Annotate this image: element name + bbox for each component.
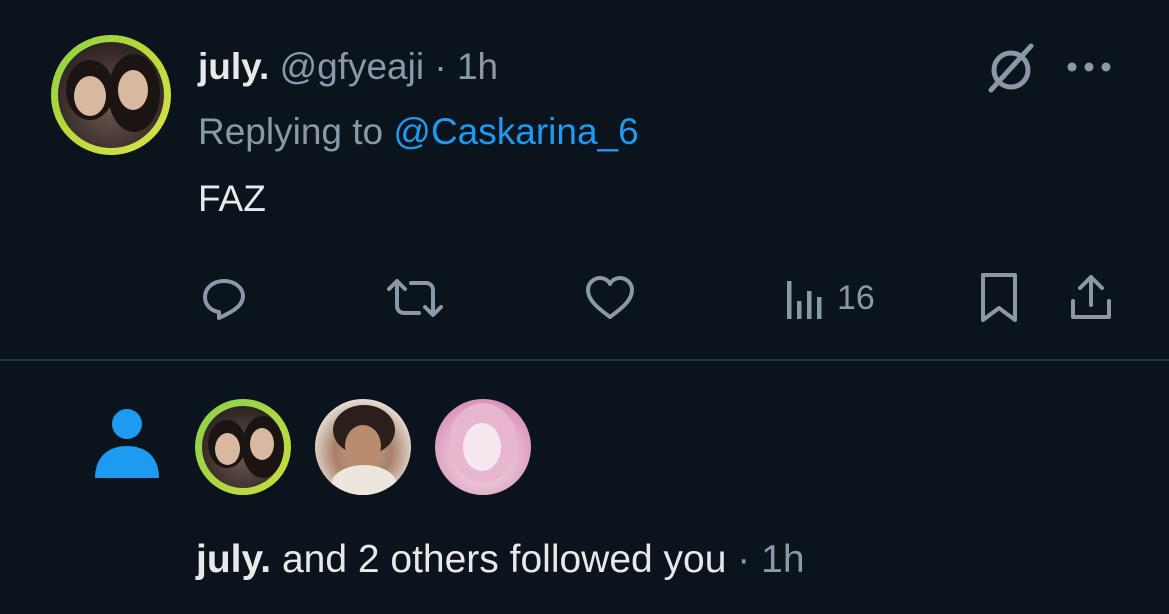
tweet[interactable]: july. @gfyeaji · 1h Replying to @Caskari… [0,0,1169,360]
tweet-actions: 16 [0,270,1169,330]
bookmark-icon [981,273,1017,322]
header-separator: · [434,46,447,87]
follow-notification-text[interactable]: july. and 2 others followed you · 1h [196,536,805,584]
tweet-text: FAZ [198,178,266,219]
follower-avatar-1[interactable] [195,399,291,495]
page: july. @gfyeaji · 1h Replying to @Caskari… [0,0,1169,614]
like-button[interactable] [583,270,637,326]
retweet-button[interactable] [383,270,447,326]
author-handle[interactable]: @gfyeaji [280,46,425,87]
replying-prefix: Replying to [198,111,384,152]
retweet-icon [387,279,443,317]
person-icon [95,409,159,478]
tweet-time[interactable]: 1h [457,46,498,87]
more-icon[interactable] [1064,54,1114,80]
views-button[interactable]: 16 [785,270,875,326]
tweet-header: july. @gfyeaji · 1h [198,44,498,90]
follower-avatar-3[interactable] [435,399,531,495]
views-count: 16 [837,278,875,317]
share-icon [1071,275,1111,319]
follower-avatar-2[interactable] [315,399,411,495]
avatar-photo [58,42,164,148]
author-name[interactable]: july. [198,46,269,87]
views-icon [787,281,822,319]
divider [0,359,1169,361]
grok-icon[interactable] [983,40,1039,96]
reply-mention-link[interactable]: @Caskarina_6 [393,111,638,152]
replying-to-line: Replying to @Caskarina_6 [198,109,639,155]
notification-actor[interactable]: july. [196,538,271,581]
share-button[interactable] [1068,270,1114,326]
author-avatar[interactable] [51,35,171,155]
notification-separator: · [737,538,751,581]
reply-icon [203,279,245,320]
bookmark-button[interactable] [977,270,1021,326]
heart-icon [586,276,634,319]
reply-button[interactable] [199,270,249,326]
notification-time: 1h [761,538,805,581]
notification-message: and 2 others followed you [281,538,727,581]
